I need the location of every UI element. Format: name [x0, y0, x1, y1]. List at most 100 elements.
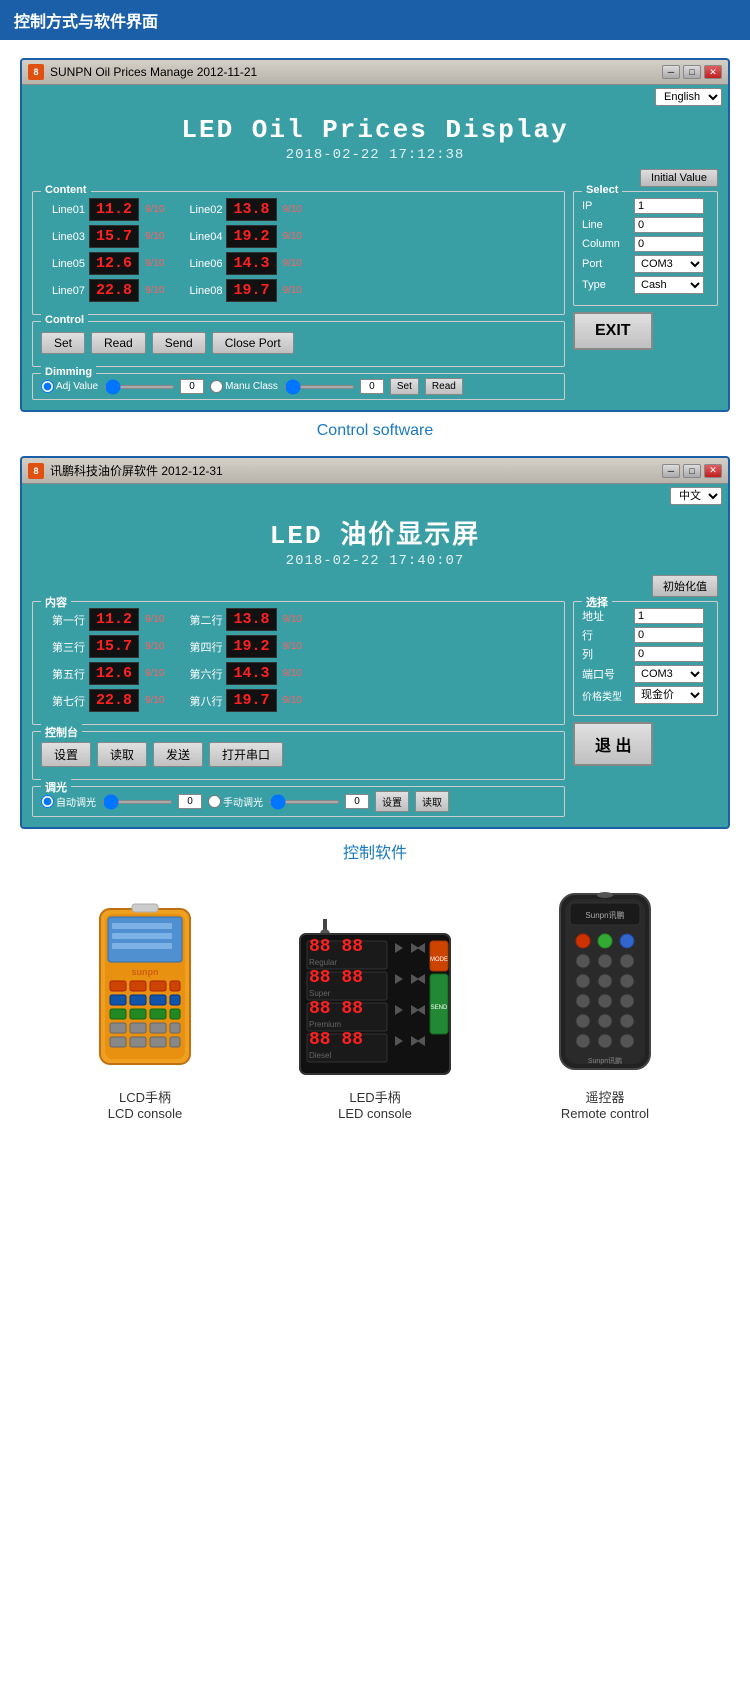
manu-slider-1[interactable] [284, 385, 354, 389]
ip-label-1: IP [582, 200, 630, 212]
adj-radio-label-2[interactable]: 自动调光 [41, 794, 96, 809]
price-4[interactable]: 19.2 [226, 225, 276, 248]
zh-price-6[interactable]: 14.3 [226, 662, 276, 685]
fraction-4: 9/10 [283, 231, 302, 242]
zh-fraction-8: 9/10 [283, 695, 302, 706]
select-group-2: 选择 地址 行 列 [573, 601, 718, 716]
led-name-en: LED console [338, 1106, 412, 1121]
exit-btn-1[interactable]: EXIT [573, 312, 653, 350]
fraction-7: 9/10 [145, 285, 164, 296]
send-btn-2[interactable]: 发送 [153, 742, 203, 767]
column-input-1[interactable] [634, 236, 704, 252]
ip-input-1[interactable] [634, 198, 704, 214]
price-6[interactable]: 14.3 [226, 252, 276, 275]
read-btn-1[interactable]: Read [91, 332, 146, 354]
zh-price-8[interactable]: 19.7 [226, 689, 276, 712]
dimming-label-2: 调光 [41, 779, 71, 795]
manu-radio-1[interactable] [210, 380, 223, 393]
line-row-1: Line01 11.2 9/10 Line02 13.8 9/10 [41, 198, 556, 221]
close-btn-1[interactable]: ✕ [704, 65, 722, 79]
dim-set-btn-1[interactable]: Set [390, 378, 419, 395]
adj-radio-label-1[interactable]: Adj Value [41, 380, 98, 393]
adj-value-input-2[interactable] [178, 794, 202, 809]
svg-text:MODE: MODE [430, 957, 448, 963]
zh-price-3[interactable]: 15.7 [89, 635, 139, 658]
lang-select-1[interactable]: English [655, 88, 722, 106]
dim-read-btn-2[interactable]: 读取 [415, 791, 449, 812]
sw-body-1: LED Oil Prices Display 2018-02-22 17:12:… [22, 109, 728, 410]
price-8[interactable]: 19.7 [226, 279, 276, 302]
caption-1: Control software [20, 422, 730, 440]
window-title-2: 讯鹏科技油价屏软件 2012-12-31 [50, 462, 223, 479]
maximize-btn-2[interactable]: □ [683, 464, 701, 478]
lang-row-1: English [22, 85, 728, 109]
manu-radio-label-2[interactable]: 手动调光 [208, 794, 263, 809]
close-port-btn-2[interactable]: 打开串口 [209, 742, 283, 767]
zh-price-5[interactable]: 12.6 [89, 662, 139, 685]
lang-select-2[interactable]: 中文 [670, 487, 722, 505]
price-7[interactable]: 22.8 [89, 279, 139, 302]
price-3[interactable]: 15.7 [89, 225, 139, 248]
ip-row-1: IP [582, 198, 709, 214]
port-select-1[interactable]: COM3 [634, 255, 704, 273]
zh-price-7[interactable]: 22.8 [89, 689, 139, 712]
zh-fraction-3: 9/10 [145, 641, 164, 652]
dim-set-btn-2[interactable]: 设置 [375, 791, 409, 812]
dim-read-btn-1[interactable]: Read [425, 378, 463, 395]
zh-price-4[interactable]: 19.2 [226, 635, 276, 658]
svg-text:88 88: 88 88 [309, 968, 363, 988]
manu-value-input-1[interactable] [360, 379, 384, 394]
zh-price-1[interactable]: 11.2 [89, 608, 139, 631]
price-5[interactable]: 12.6 [89, 252, 139, 275]
title-controls-1[interactable]: ─ □ ✕ [662, 65, 722, 79]
manu-value-input-2[interactable] [345, 794, 369, 809]
exit-btn-2[interactable]: 退 出 [573, 722, 653, 766]
read-btn-2[interactable]: 读取 [97, 742, 147, 767]
adj-slider-1[interactable] [104, 385, 174, 389]
set-btn-2[interactable]: 设置 [41, 742, 91, 767]
win-right-2: 选择 地址 行 列 [573, 601, 718, 817]
line-input-2[interactable] [634, 627, 704, 643]
close-port-btn-1[interactable]: Close Port [212, 332, 294, 354]
manu-radio-2[interactable] [208, 795, 221, 808]
title-controls-2[interactable]: ─ □ ✕ [662, 464, 722, 478]
manu-slider-2[interactable] [269, 800, 339, 804]
adj-radio-1[interactable] [41, 380, 54, 393]
type-label-1: Type [582, 279, 630, 291]
line-input-1[interactable] [634, 217, 704, 233]
port-select-2[interactable]: COM3 [634, 665, 704, 683]
dimming-row-1: Adj Value Manu Class Set Read [41, 378, 556, 395]
close-btn-2[interactable]: ✕ [704, 464, 722, 478]
zh-fraction-4: 9/10 [283, 641, 302, 652]
send-btn-1[interactable]: Send [152, 332, 206, 354]
minimize-btn-1[interactable]: ─ [662, 65, 680, 79]
main-title-2: LED 油价显示屏 [32, 514, 718, 551]
zh-price-2[interactable]: 13.8 [226, 608, 276, 631]
manu-radio-label-1[interactable]: Manu Class [210, 380, 278, 393]
zh-line-row-2: 第三行 15.7 9/10 第四行 19.2 9/10 [41, 635, 556, 658]
ip-input-2[interactable] [634, 608, 704, 624]
adj-slider-2[interactable] [102, 800, 172, 804]
price-2[interactable]: 13.8 [226, 198, 276, 221]
titlebar-1: 8 SUNPN Oil Prices Manage 2012-11-21 ─ □… [22, 60, 728, 85]
device-remote: Sunpn讯鹏 [505, 889, 705, 1121]
column-input-2[interactable] [634, 646, 704, 662]
type-select-1[interactable]: Cash [634, 276, 704, 294]
app-icon-1: 8 [28, 64, 44, 80]
maximize-btn-1[interactable]: □ [683, 65, 701, 79]
line-label-6: Line06 [178, 258, 222, 270]
column-row-2: 列 [582, 646, 709, 662]
adj-radio-2[interactable] [41, 795, 54, 808]
price-1[interactable]: 11.2 [89, 198, 139, 221]
svg-text:88 88: 88 88 [309, 999, 363, 1019]
initial-value-btn-2[interactable]: 初始化值 [652, 575, 718, 597]
column-label-1: Column [582, 238, 630, 250]
dimming-group-2: 调光 自动调光 手动调光 [32, 786, 565, 817]
minimize-btn-2[interactable]: ─ [662, 464, 680, 478]
page-content: 8 SUNPN Oil Prices Manage 2012-11-21 ─ □… [0, 40, 750, 1149]
line-label-1: Line01 [41, 204, 85, 216]
type-select-2[interactable]: 现金价 [634, 686, 704, 704]
adj-value-input-1[interactable] [180, 379, 204, 394]
initial-value-btn-1[interactable]: Initial Value [640, 169, 718, 187]
set-btn-1[interactable]: Set [41, 332, 85, 354]
